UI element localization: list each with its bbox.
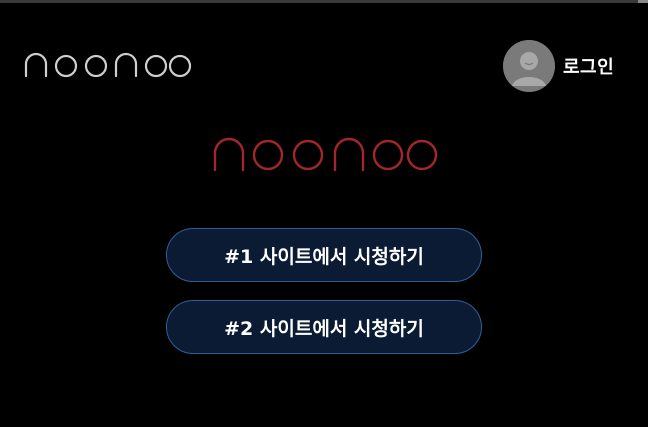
watch-site-2-label: #2 사이트에서 시청하기 [224, 317, 424, 340]
logo-letter-o [144, 54, 168, 78]
header-logo[interactable] [24, 52, 192, 78]
watch-site-1-label: #1 사이트에서 시청하기 [224, 245, 424, 268]
logo-letter-n [24, 52, 48, 78]
logo-letter-o [84, 54, 108, 78]
logo-letter-n [114, 52, 138, 78]
login-button[interactable]: 로그인 [503, 40, 614, 92]
hero-letter-o [252, 139, 284, 171]
user-avatar-icon[interactable] [503, 40, 555, 92]
top-border-notch [638, 0, 648, 3]
hero-letter-n [213, 137, 245, 172]
watch-site-1-button[interactable]: #1 사이트에서 시청하기 [166, 228, 482, 282]
login-label[interactable]: 로그인 [563, 53, 614, 79]
hero-letter-o [406, 139, 438, 171]
logo-letter-o [168, 54, 192, 78]
top-border [0, 0, 648, 3]
hero-letter-o [292, 139, 324, 171]
hero-letter-n [333, 137, 365, 172]
watch-site-2-button[interactable]: #2 사이트에서 시청하기 [166, 300, 482, 354]
hero-logo [213, 137, 438, 172]
hero-letter-o [372, 139, 404, 171]
logo-letter-o [54, 54, 78, 78]
page: 로그인 #1 사이트에서 시청하기 #2 사이트에서 시청하기 [0, 0, 648, 427]
